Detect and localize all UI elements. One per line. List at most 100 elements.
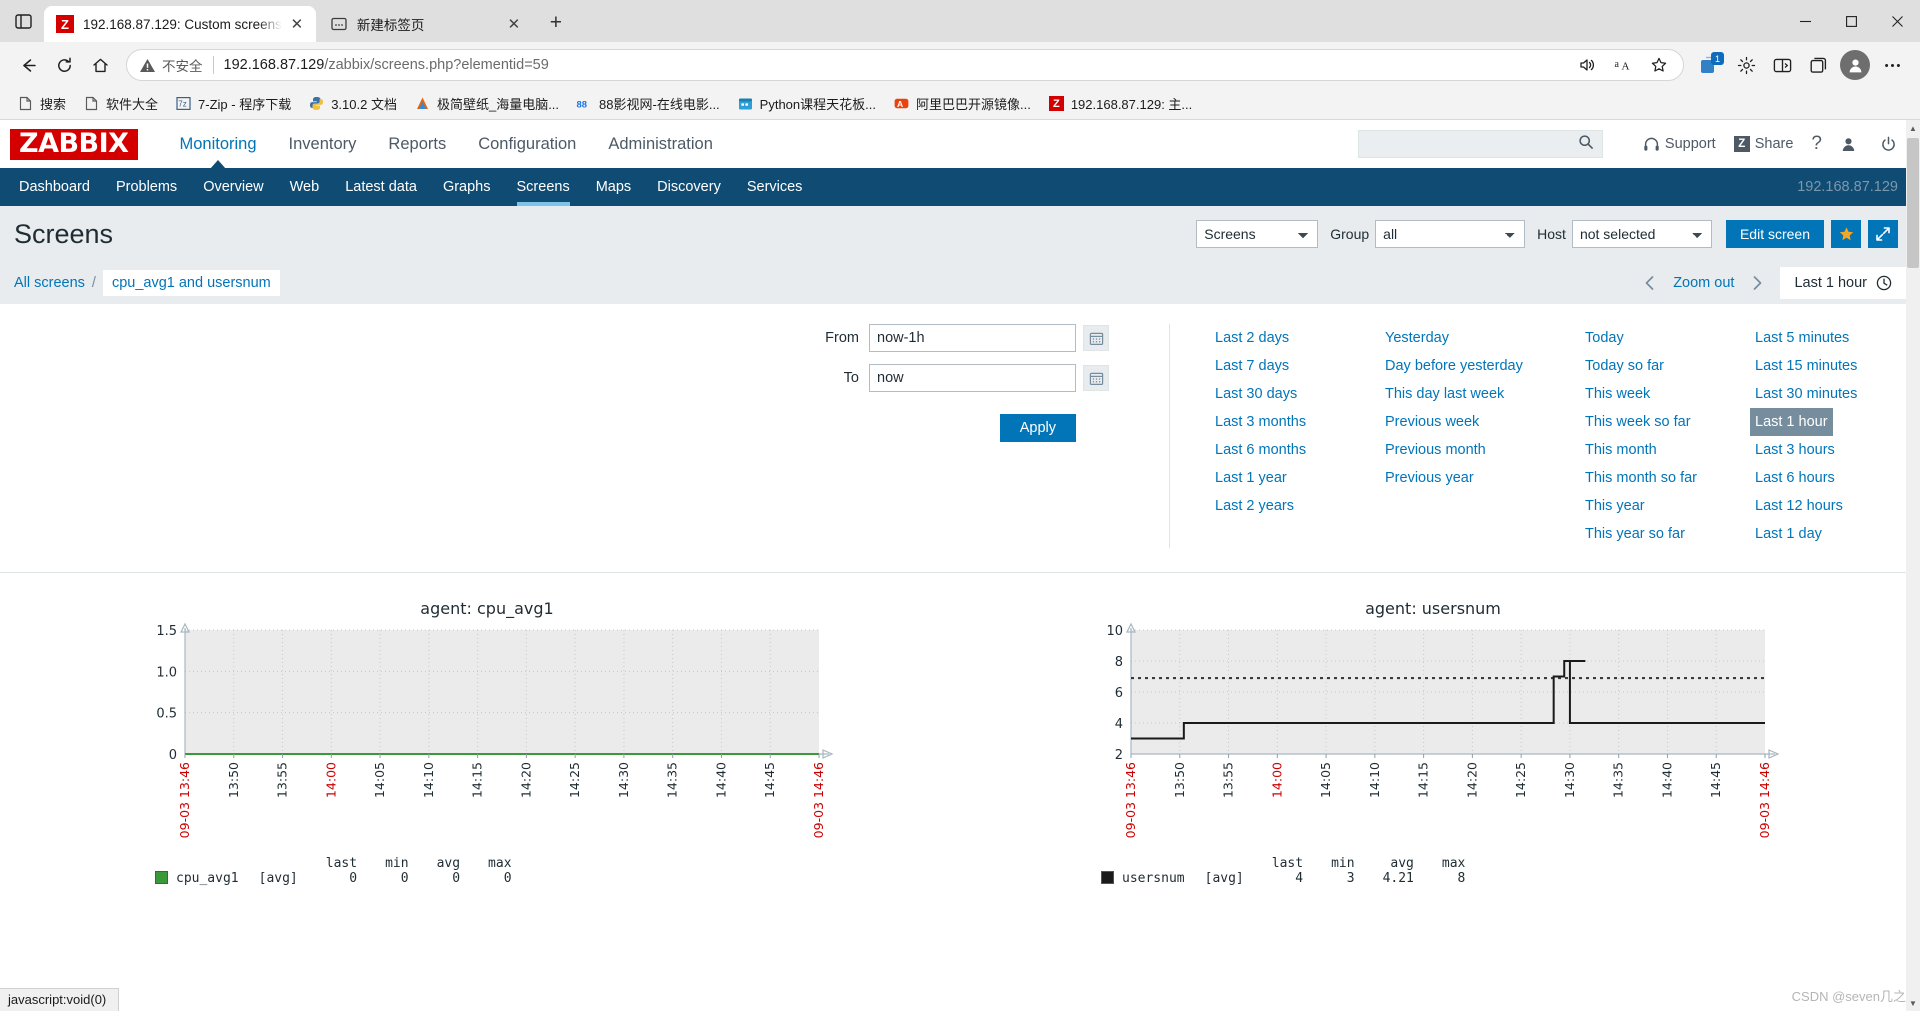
nav-administration[interactable]: Administration xyxy=(592,120,729,168)
nav-configuration[interactable]: Configuration xyxy=(462,120,592,168)
range-last-30-days[interactable]: Last 30 days xyxy=(1210,380,1302,408)
apply-button[interactable]: Apply xyxy=(999,414,1076,442)
range-previous-year[interactable]: Previous year xyxy=(1380,464,1479,492)
zabbix-logo[interactable]: ZABBIX xyxy=(10,128,138,160)
breadcrumb-current[interactable]: cpu_avg1 and usersnum xyxy=(102,270,280,296)
security-warning[interactable]: 不安全 xyxy=(139,55,203,75)
host-group-select[interactable]: all xyxy=(1375,220,1526,248)
minimize-button[interactable] xyxy=(1782,0,1828,42)
range-last-30-minutes[interactable]: Last 30 minutes xyxy=(1750,380,1862,408)
range-last-7-days[interactable]: Last 7 days xyxy=(1210,352,1294,380)
page-scrollbar[interactable]: ▲ ▼ xyxy=(1906,120,1920,1011)
bookmark-item[interactable]: Python课程天花板... xyxy=(730,92,883,116)
range-this-year-so-far[interactable]: This year so far xyxy=(1580,520,1690,548)
bookmark-item[interactable]: 极简壁纸_海量电脑... xyxy=(407,92,566,116)
search-input[interactable] xyxy=(1366,135,1578,153)
range-this-month[interactable]: This month xyxy=(1580,436,1662,464)
range-last-1-hour[interactable]: Last 1 hour xyxy=(1750,408,1833,436)
home-icon[interactable] xyxy=(82,49,118,81)
from-input[interactable] xyxy=(869,324,1076,352)
maximize-button[interactable] xyxy=(1828,0,1874,42)
range-this-day-last-week[interactable]: This day last week xyxy=(1380,380,1509,408)
range-day-before-yesterday[interactable]: Day before yesterday xyxy=(1380,352,1528,380)
address-bar[interactable]: 不安全 192.168.87.129/zabbix/screens.php?el… xyxy=(126,49,1684,81)
host-select[interactable]: not selected xyxy=(1571,220,1712,248)
bookmark-item[interactable]: 88 88影视网-在线电影... xyxy=(569,92,727,116)
range-last-2-days[interactable]: Last 2 days xyxy=(1210,324,1294,352)
range-today-so-far[interactable]: Today so far xyxy=(1580,352,1669,380)
subnav-graphs[interactable]: Graphs xyxy=(430,168,504,206)
scroll-up-arrow-icon[interactable]: ▲ xyxy=(1906,120,1920,136)
split-screen-icon[interactable] xyxy=(1764,49,1800,81)
translate-icon[interactable]: aA xyxy=(1605,49,1641,81)
share-link[interactable]: Z Share xyxy=(1733,136,1793,152)
support-link[interactable]: Support xyxy=(1643,136,1716,153)
range-this-month-so-far[interactable]: This month so far xyxy=(1580,464,1702,492)
more-options-icon[interactable] xyxy=(1874,49,1910,81)
scroll-down-arrow-icon[interactable]: ▼ xyxy=(1906,995,1920,1011)
zoom-out-button[interactable]: Zoom out xyxy=(1665,275,1742,291)
nav-reports[interactable]: Reports xyxy=(372,120,462,168)
browser-tab-active[interactable]: Z 192.168.87.129: Custom screens ✕ xyxy=(44,6,316,42)
add-favorite-icon[interactable] xyxy=(1641,49,1677,81)
bookmark-item[interactable]: 软件大全 xyxy=(76,92,165,116)
nav-inventory[interactable]: Inventory xyxy=(273,120,373,168)
close-window-button[interactable] xyxy=(1874,0,1920,42)
range-today[interactable]: Today xyxy=(1580,324,1629,352)
collections-badge-icon[interactable]: 1 xyxy=(1692,49,1728,81)
close-icon[interactable]: ✕ xyxy=(286,13,308,35)
refresh-icon[interactable] xyxy=(46,49,82,81)
back-arrow-icon[interactable] xyxy=(10,49,46,81)
graph-cpu-avg1[interactable]: agent: cpu_avg1 0 0.5 1.0 1.5 13:46 09-03 13:5… xyxy=(137,591,837,886)
range-this-week-so-far[interactable]: This week so far xyxy=(1580,408,1696,436)
subnav-web[interactable]: Web xyxy=(277,168,333,206)
subnav-discovery[interactable]: Discovery xyxy=(644,168,734,206)
global-search[interactable] xyxy=(1357,130,1603,158)
subnav-services[interactable]: Services xyxy=(734,168,816,206)
close-icon[interactable]: ✕ xyxy=(503,13,525,35)
scrollbar-thumb[interactable] xyxy=(1907,138,1919,268)
range-last-5-minutes[interactable]: Last 5 minutes xyxy=(1750,324,1854,352)
range-this-year[interactable]: This year xyxy=(1580,492,1650,520)
range-this-week[interactable]: This week xyxy=(1580,380,1655,408)
time-range-tab[interactable]: Last 1 hour xyxy=(1780,267,1906,299)
star-icon[interactable] xyxy=(1831,220,1861,248)
range-previous-week[interactable]: Previous week xyxy=(1380,408,1484,436)
subnav-problems[interactable]: Problems xyxy=(103,168,190,206)
view-type-select[interactable]: Screens xyxy=(1196,220,1319,248)
bookmark-item[interactable]: 搜索 xyxy=(10,92,73,116)
profile-avatar-icon[interactable] xyxy=(1840,50,1870,80)
collections-icon[interactable] xyxy=(1800,49,1836,81)
range-yesterday[interactable]: Yesterday xyxy=(1380,324,1454,352)
range-previous-month[interactable]: Previous month xyxy=(1380,436,1491,464)
signout-link[interactable] xyxy=(1880,136,1902,153)
range-last-15-minutes[interactable]: Last 15 minutes xyxy=(1750,352,1862,380)
fullscreen-icon[interactable] xyxy=(1868,220,1898,248)
help-link[interactable]: ? xyxy=(1811,133,1822,155)
bookmark-item[interactable]: 3.10.2 文档 xyxy=(301,92,404,116)
subnav-screens[interactable]: Screens xyxy=(504,168,583,206)
range-last-1-day[interactable]: Last 1 day xyxy=(1750,520,1827,548)
range-last-12-hours[interactable]: Last 12 hours xyxy=(1750,492,1848,520)
graph-plot-cpu-avg1[interactable]: 0 0.5 1.0 1.5 13:46 09-03 13:50 13:55 14:00 14:05… xyxy=(137,622,837,852)
graph-plot-usersnum[interactable]: 2 4 6 8 10 13:46 09-03 13:50 13:55 14:00 14:05 14:1… xyxy=(1083,622,1783,852)
subnav-dashboard[interactable]: Dashboard xyxy=(6,168,103,206)
chevron-left-icon[interactable] xyxy=(1635,268,1665,298)
breadcrumb-all-screens[interactable]: All screens xyxy=(14,275,85,291)
bookmark-item[interactable]: 7z 7-Zip - 程序下载 xyxy=(168,92,298,116)
browser-essentials-icon[interactable] xyxy=(1728,49,1764,81)
browser-tab-newtab[interactable]: 新建标签页 ✕ xyxy=(317,6,533,42)
read-aloud-icon[interactable] xyxy=(1569,49,1605,81)
new-tab-button[interactable]: + xyxy=(541,8,571,38)
chevron-right-icon[interactable] xyxy=(1742,268,1772,298)
range-last-6-hours[interactable]: Last 6 hours xyxy=(1750,464,1840,492)
range-last-1-year[interactable]: Last 1 year xyxy=(1210,464,1292,492)
range-last-3-hours[interactable]: Last 3 hours xyxy=(1750,436,1840,464)
split-pane-icon[interactable] xyxy=(6,4,40,38)
bookmark-item[interactable]: A 阿里巴巴开源镜像... xyxy=(886,92,1038,116)
bookmark-item[interactable]: Z 192.168.87.129: 主... xyxy=(1041,92,1199,116)
calendar-icon[interactable] xyxy=(1083,325,1109,351)
range-last-3-months[interactable]: Last 3 months xyxy=(1210,408,1311,436)
search-icon[interactable] xyxy=(1578,134,1594,155)
to-input[interactable] xyxy=(869,364,1076,392)
